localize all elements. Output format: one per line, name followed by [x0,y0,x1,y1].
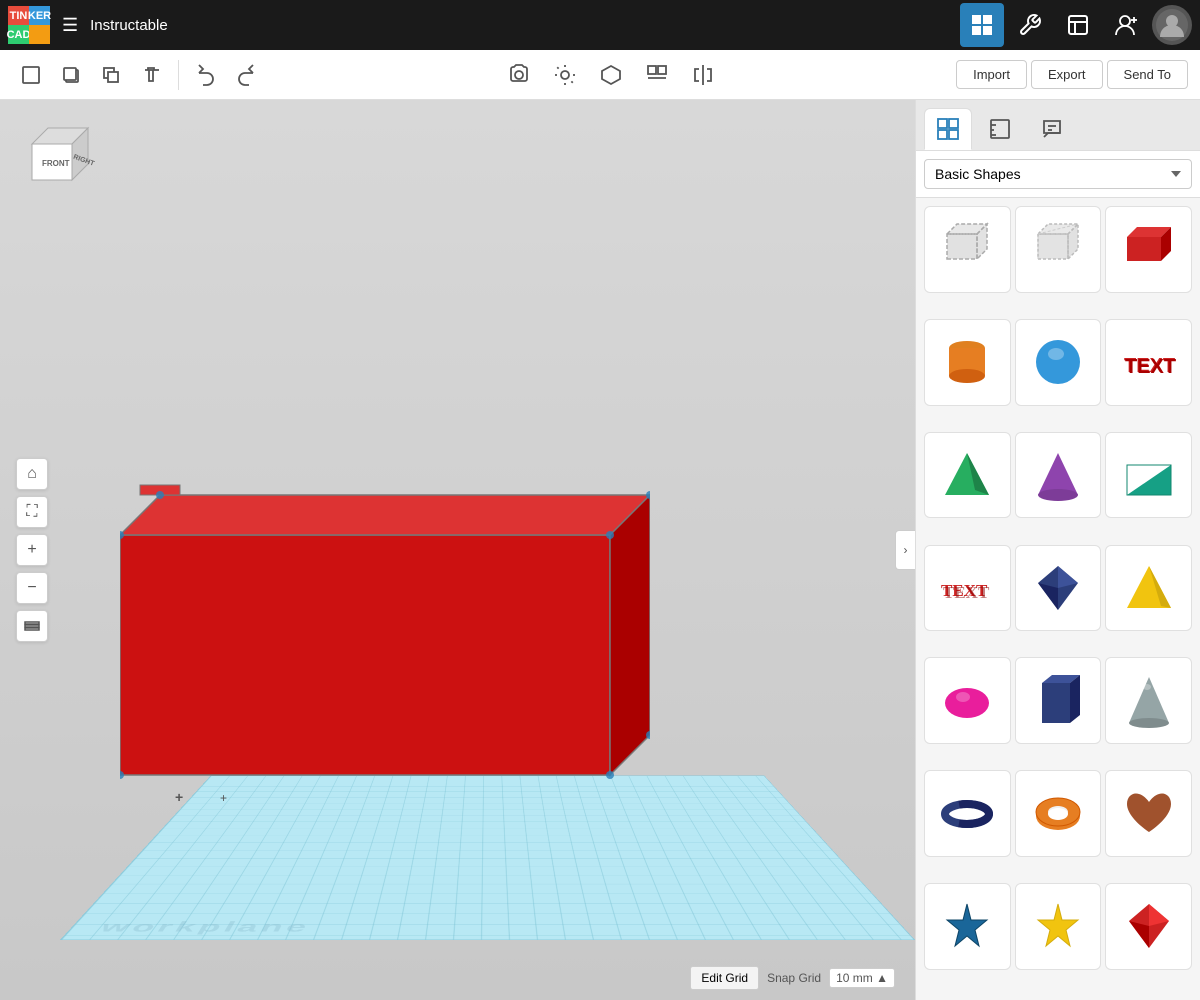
snap-grid-label: Snap Grid [767,971,821,985]
import-btn[interactable]: Import [956,60,1027,89]
file-icon[interactable] [1056,3,1100,47]
sidebar-collapse-btn[interactable]: › [895,530,915,570]
bottom-bar: Edit Grid Snap Grid 10 mm ▲ [690,966,895,990]
svg-text:FRONT: FRONT [42,159,70,168]
main-area: workplane [0,100,1200,1000]
new-btn[interactable] [12,56,50,94]
undo-btn[interactable] [187,56,225,94]
shape-cone-gray[interactable] [1105,657,1192,744]
divider-1 [178,60,179,90]
shape-ellipsoid[interactable] [924,657,1011,744]
duplicate-btn[interactable] [92,56,130,94]
user-avatar[interactable] [1152,5,1192,45]
shape-wedge[interactable] [1105,432,1192,519]
logo-br [29,25,50,44]
shapes-grid: TEXT TEXT [916,198,1200,1000]
snap-grid-value[interactable]: 10 mm ▲ [829,968,895,988]
tools-icon[interactable] [1008,3,1052,47]
edit-grid-btn[interactable]: Edit Grid [690,966,759,990]
menu-icon[interactable]: ☰ [58,11,82,40]
shape-star-blue[interactable] [924,883,1011,970]
view-cube[interactable]: FRONT RIGHT [18,120,106,213]
app-title: Instructable [90,17,952,34]
shape-cylinder[interactable] [924,319,1011,406]
svg-text:TEXT: TEXT [943,583,990,602]
toolbar-left [12,56,265,94]
shape-cone-purple[interactable] [1015,432,1102,519]
shape-torus[interactable] [924,770,1011,857]
top-nav: TIN KER CAD ☰ Instructable [0,0,1200,50]
copy-btn[interactable] [52,56,90,94]
shape-gem-red[interactable] [1105,883,1192,970]
shape-hole-cube[interactable] [1015,206,1102,293]
camera-btn[interactable] [500,56,538,94]
tab-shapes[interactable] [924,108,972,150]
shape-heart[interactable] [1105,770,1192,857]
tab-ruler[interactable] [976,108,1024,150]
shape-donut[interactable] [1015,770,1102,857]
redo-btn[interactable] [227,56,265,94]
shape-pyramid-yellow[interactable] [1105,545,1192,632]
delete-btn[interactable] [132,56,170,94]
export-btn[interactable]: Export [1031,60,1103,89]
workplane-label: workplane [96,919,314,936]
send-to-btn[interactable]: Send To [1107,60,1188,89]
shape-gem[interactable] [1015,545,1102,632]
shape-ghost-cube[interactable] [924,206,1011,293]
tab-notes[interactable] [1028,108,1076,150]
grid-marker-1: + [175,789,183,805]
shape-box[interactable] [1105,206,1192,293]
toolbar-right: Import Export Send To [956,60,1188,89]
app-logo[interactable]: TIN KER CAD [8,6,50,44]
viewport[interactable]: workplane [0,100,915,1000]
shape-category-dropdown[interactable]: Basic Shapes Text & Numbers Connectors F… [924,159,1192,189]
toolbar-center [269,56,952,94]
toolbar: Import Export Send To [0,50,1200,100]
add-user-icon[interactable] [1104,3,1148,47]
light-btn[interactable] [546,56,584,94]
shape-3dtext[interactable]: TEXT TEXT [924,545,1011,632]
svg-text:TEXT: TEXT [1125,356,1176,378]
left-controls: ⌂ ⛶ + − [16,458,48,642]
grid-view-icon[interactable] [960,3,1004,47]
zoom-in-btn[interactable]: + [16,534,48,566]
sidebar: Basic Shapes Text & Numbers Connectors F… [915,100,1200,1000]
shape-selector: Basic Shapes Text & Numbers Connectors F… [916,151,1200,198]
nav-right [960,3,1192,47]
shape-box-tall[interactable] [1015,657,1102,744]
align-btn[interactable] [638,56,676,94]
red-box-3d[interactable] [120,455,650,800]
fit-all-btn[interactable]: ⛶ [16,496,48,528]
shape-pyramid-green[interactable] [924,432,1011,519]
shape-sphere[interactable] [1015,319,1102,406]
zoom-out-btn[interactable]: − [16,572,48,604]
logo-bl: CAD [8,25,29,44]
polygon-btn[interactable] [592,56,630,94]
grid-marker-2: + [220,791,227,805]
shape-star-yellow[interactable] [1015,883,1102,970]
home-view-btn[interactable]: ⌂ [16,458,48,490]
shape-text[interactable]: TEXT TEXT [1105,319,1192,406]
mirror-btn[interactable] [684,56,722,94]
grid-plane: workplane [60,776,915,940]
sidebar-tabs [916,100,1200,151]
layers-btn[interactable] [16,610,48,642]
canvas-area[interactable]: workplane [0,100,915,1000]
logo-tr: KER [29,6,50,25]
logo-tl: TIN [8,6,29,25]
